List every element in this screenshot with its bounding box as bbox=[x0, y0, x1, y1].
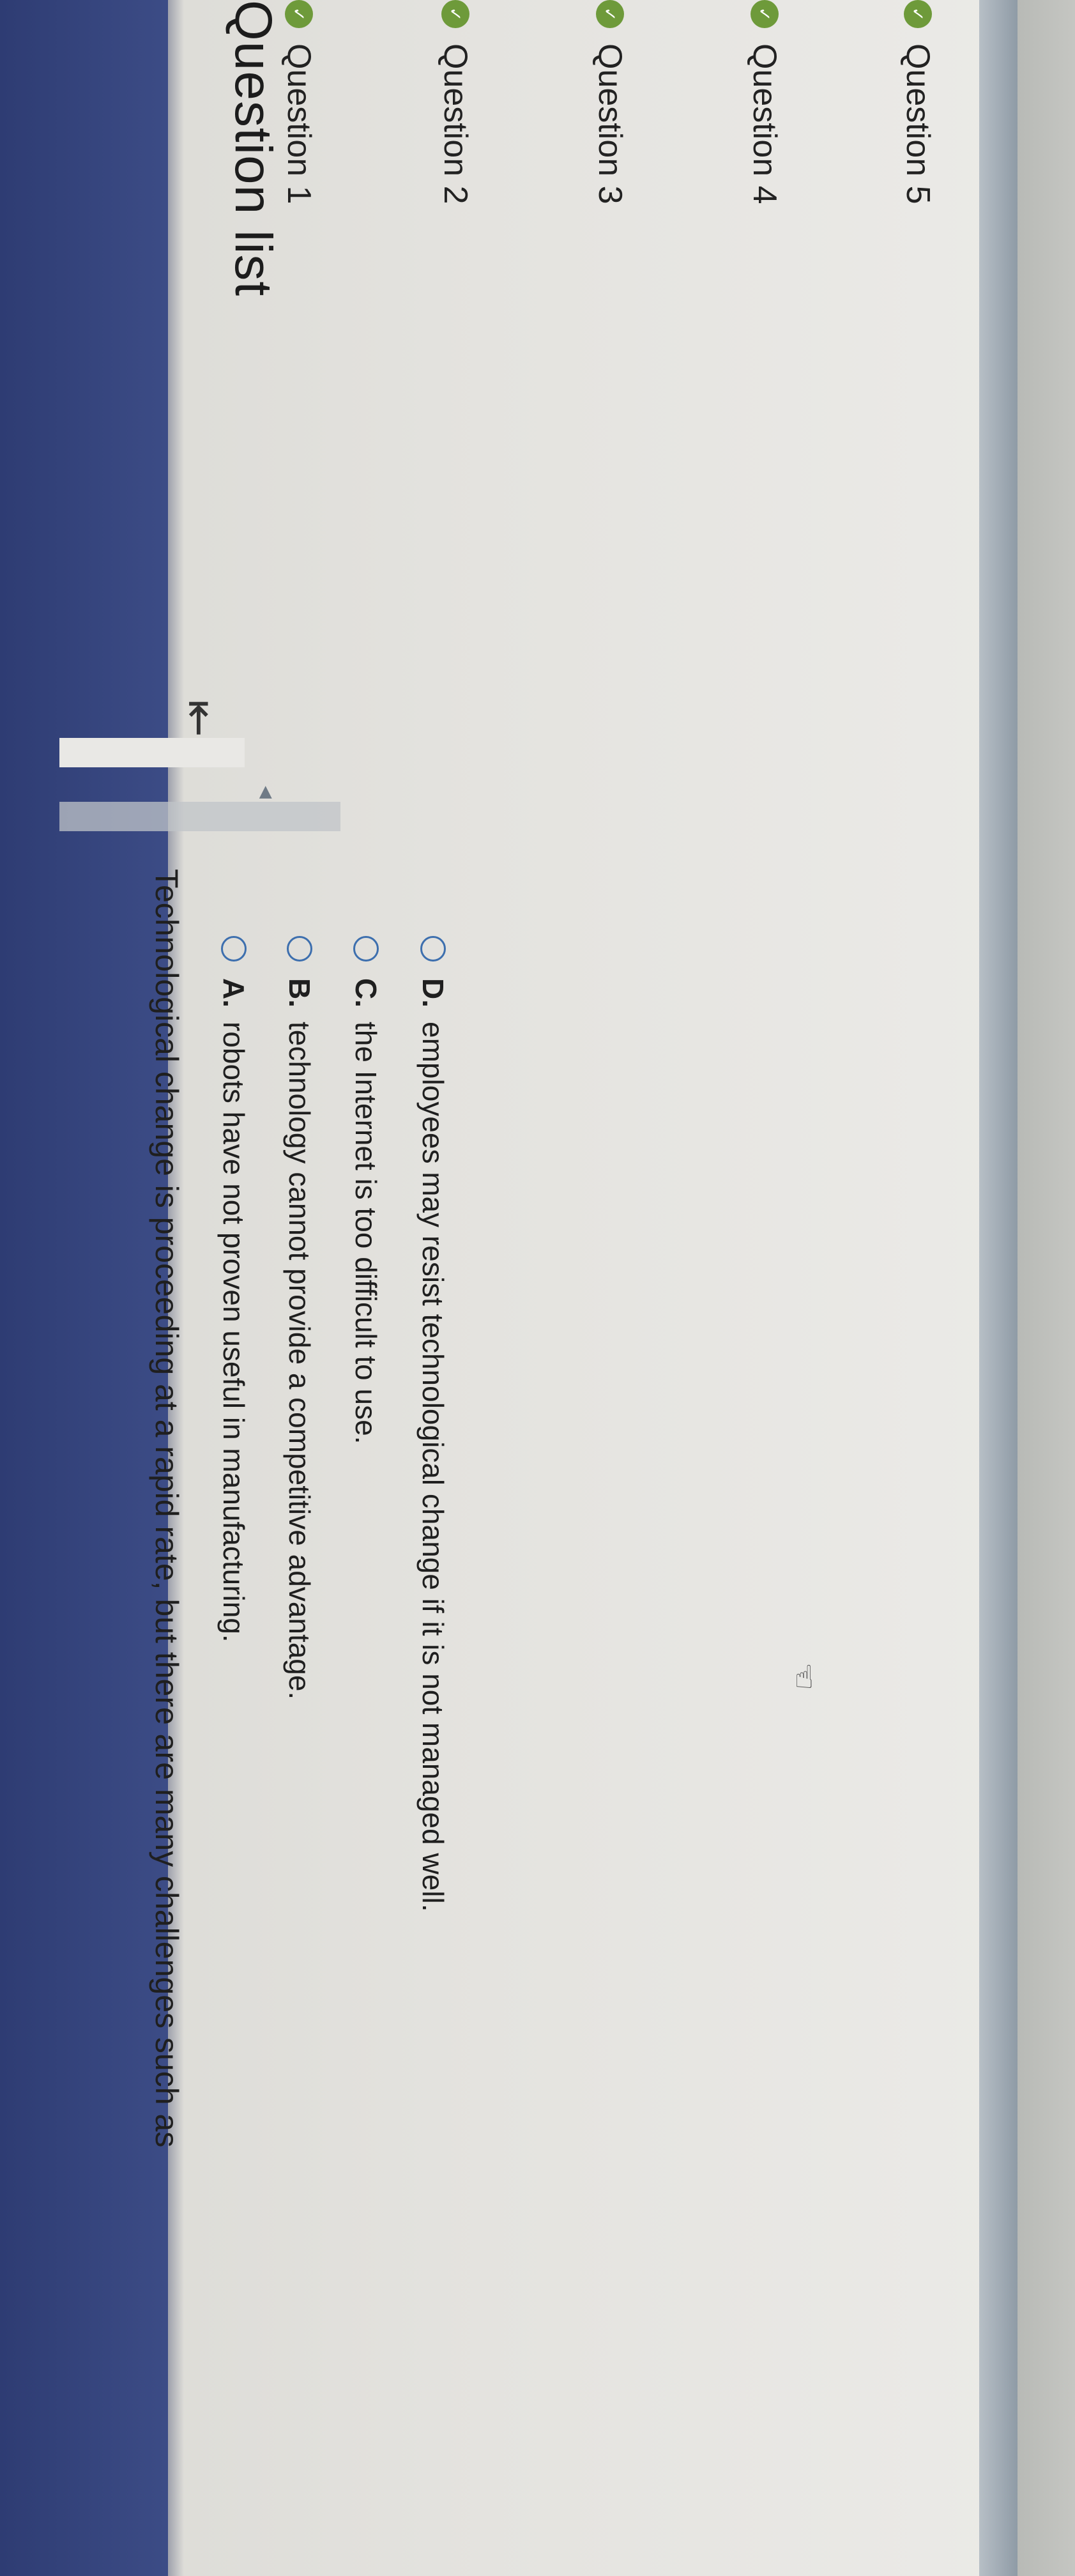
option-text: employees may resist technological chang… bbox=[416, 1022, 450, 1912]
question-list-item-5[interactable]: ✓ Question 5 bbox=[899, 0, 937, 204]
question-prompt: Technological change is proceeding at a … bbox=[149, 869, 185, 2148]
check-icon: ✓ bbox=[441, 0, 469, 28]
option-text: technology cannot provide a competitive … bbox=[283, 1022, 316, 1700]
screen-photo: Question list ✓ Question 1 ✓ Question 2 … bbox=[0, 0, 1075, 2576]
mouse-cursor-icon: ☝ bbox=[794, 1659, 814, 1696]
check-icon: ✓ bbox=[596, 0, 624, 28]
radio-button[interactable] bbox=[353, 936, 379, 962]
option-text: the Internet is too difficult to use. bbox=[349, 1022, 383, 1445]
chevron-left-icon: ◀ bbox=[257, 786, 277, 799]
question-list-item-3[interactable]: ✓ Question 3 bbox=[591, 0, 629, 204]
answer-option-b[interactable]: B. technology cannot provide a competiti… bbox=[282, 936, 317, 1699]
check-icon: ✓ bbox=[751, 0, 779, 28]
collapse-panel-icon[interactable]: ⇤ bbox=[175, 700, 225, 737]
option-letter: A. bbox=[217, 978, 250, 1008]
question-list-item-label: Question 2 bbox=[437, 43, 474, 204]
option-letter: B. bbox=[283, 978, 316, 1008]
option-letter: C. bbox=[349, 978, 383, 1008]
answer-option-a[interactable]: A. robots have not proven useful in manu… bbox=[217, 936, 251, 1643]
radio-button[interactable] bbox=[420, 936, 446, 962]
question-list-item-label: Question 1 bbox=[280, 43, 317, 204]
question-list-item-2[interactable]: ✓ Question 2 bbox=[436, 0, 475, 204]
header-bar bbox=[0, 0, 168, 2576]
check-icon: ✓ bbox=[285, 0, 313, 28]
panel-divider bbox=[59, 738, 245, 767]
question-list-item-1[interactable]: ✓ Question 1 bbox=[280, 0, 318, 204]
monitor-bezel-edge bbox=[979, 0, 1018, 2576]
option-text: robots have not proven useful in manufac… bbox=[217, 1022, 250, 1643]
answer-option-d[interactable]: D. employees may resist technological ch… bbox=[416, 936, 450, 1912]
radio-button[interactable] bbox=[221, 936, 247, 962]
question-list-item-label: Question 5 bbox=[899, 43, 936, 204]
question-list-title: Question list bbox=[224, 0, 282, 297]
radio-button[interactable] bbox=[287, 936, 312, 962]
option-letter: D. bbox=[416, 978, 450, 1008]
question-list-item-label: Question 4 bbox=[746, 43, 783, 204]
answer-option-c[interactable]: C. the Internet is too difficult to use. bbox=[349, 936, 383, 1444]
question-list-item-4[interactable]: ✓ Question 4 bbox=[745, 0, 784, 204]
question-list-item-label: Question 3 bbox=[591, 43, 629, 204]
selected-question-indicator bbox=[59, 802, 340, 831]
check-icon: ✓ bbox=[904, 0, 932, 28]
monitor-bezel bbox=[1018, 0, 1075, 2576]
